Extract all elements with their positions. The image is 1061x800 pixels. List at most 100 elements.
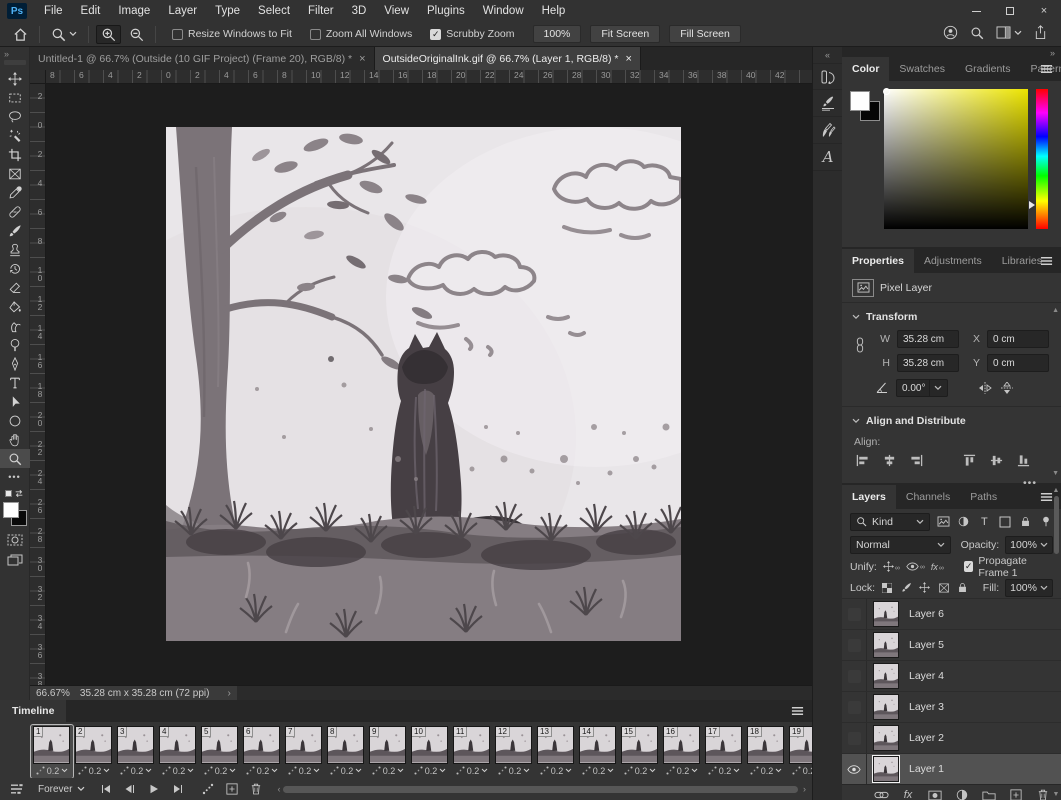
frame-thumbnail[interactable]: 13: [537, 726, 574, 764]
panel-tab[interactable]: Channels: [896, 485, 960, 509]
close-tab-icon[interactable]: ×: [625, 53, 631, 65]
add-layer-mask-icon[interactable]: [927, 787, 943, 800]
frame-delay-dropdown[interactable]: 0.2: [285, 764, 323, 777]
zoom-in-icon[interactable]: [96, 25, 121, 44]
duplicate-frame-button[interactable]: [223, 781, 241, 797]
brush-settings-panel-icon[interactable]: [813, 90, 843, 117]
zoom-out-icon[interactable]: [125, 25, 148, 44]
layer-name[interactable]: Layer 2: [909, 732, 944, 744]
minimize-icon[interactable]: [959, 0, 993, 22]
frame-thumbnail[interactable]: 4: [159, 726, 196, 764]
filter-pixel-layers-icon[interactable]: [936, 514, 950, 530]
frame-thumbnail[interactable]: 5: [201, 726, 238, 764]
delete-frame-button[interactable]: [247, 781, 265, 797]
close-icon[interactable]: ×: [1027, 0, 1061, 22]
play-button[interactable]: [145, 781, 163, 797]
menu-item[interactable]: Type: [206, 0, 249, 22]
layer-row[interactable]: Layer 2: [842, 723, 1061, 754]
frame-delay-dropdown[interactable]: 0.2: [579, 764, 617, 777]
timeline-frame[interactable]: 8 0.2: [325, 725, 367, 778]
align-section-header[interactable]: Align and Distribute: [842, 407, 1061, 431]
layer-thumbnail[interactable]: [873, 725, 899, 751]
path-selection-tool[interactable]: [0, 392, 30, 411]
visibility-empty-box[interactable]: [848, 639, 861, 652]
filter-shape-layers-icon[interactable]: [998, 514, 1012, 530]
frame-thumbnail[interactable]: 3: [117, 726, 154, 764]
zoom-level-field[interactable]: 66.67%: [36, 688, 70, 699]
menu-item[interactable]: Edit: [72, 0, 110, 22]
frame-delay-dropdown[interactable]: 0.2: [663, 764, 701, 777]
timeline-frame[interactable]: 10 0.2: [409, 725, 451, 778]
eyedropper-tool[interactable]: [0, 183, 30, 202]
pen-tool[interactable]: [0, 354, 30, 373]
blend-mode-dropdown[interactable]: Normal: [850, 536, 951, 554]
align-vertical-centers-icon[interactable]: [990, 454, 1003, 467]
layer-row[interactable]: Layer 6: [842, 599, 1061, 630]
frame-delay-dropdown[interactable]: 0.2: [243, 764, 281, 777]
tween-button[interactable]: [199, 781, 217, 797]
visibility-empty-box[interactable]: [848, 701, 861, 714]
layer-thumbnail[interactable]: [873, 601, 899, 627]
fill-field[interactable]: 100%: [1005, 579, 1053, 597]
visibility-toggle[interactable]: [842, 754, 867, 784]
eye-icon[interactable]: [847, 765, 861, 774]
layer-row[interactable]: Layer 3: [842, 692, 1061, 723]
filter-toggle-icon[interactable]: [1039, 514, 1053, 530]
layer-thumbnail[interactable]: [873, 663, 899, 689]
brushes-panel-icon[interactable]: [813, 117, 843, 144]
filter-kind-dropdown[interactable]: Kind: [850, 513, 930, 531]
timeline-frame[interactable]: 6 0.2: [241, 725, 283, 778]
object-selection-tool[interactable]: [0, 126, 30, 145]
lock-pixels-icon[interactable]: [900, 580, 913, 596]
menu-item[interactable]: 3D: [343, 0, 376, 22]
checkbox-box[interactable]: ✓: [964, 561, 974, 572]
timeline-frame[interactable]: 12 0.2: [493, 725, 535, 778]
previous-frame-button[interactable]: [121, 781, 139, 797]
menu-item[interactable]: Filter: [299, 0, 343, 22]
visibility-empty-box[interactable]: [848, 670, 861, 683]
layer-name[interactable]: Layer 4: [909, 670, 944, 682]
frame-thumbnail[interactable]: 19: [789, 726, 812, 764]
checkbox-box[interactable]: [310, 29, 321, 40]
timeline-frame[interactable]: 1 0.2: [31, 725, 73, 778]
frame-thumbnail[interactable]: 15: [621, 726, 658, 764]
workspace-switcher-icon[interactable]: [996, 26, 1022, 39]
layer-row[interactable]: Layer 1: [842, 754, 1061, 784]
layer-name[interactable]: Layer 1: [909, 763, 944, 775]
menu-item[interactable]: Image: [109, 0, 159, 22]
visibility-toggle[interactable]: [842, 661, 867, 691]
frame-delay-dropdown[interactable]: 0.2: [159, 764, 197, 777]
timeline-scrollbar[interactable]: ‹ ›: [277, 785, 806, 794]
saturation-brightness-field[interactable]: [884, 89, 1028, 229]
frame-delay-dropdown[interactable]: 0.2: [537, 764, 575, 777]
align-bottom-edges-icon[interactable]: [1017, 454, 1030, 467]
panel-tab[interactable]: Properties: [842, 249, 914, 273]
timeline-menu-icon[interactable]: [791, 706, 804, 716]
timeline-frame[interactable]: 9 0.2: [367, 725, 409, 778]
lock-artboard-icon[interactable]: [937, 580, 950, 596]
convert-to-video-timeline-icon[interactable]: [8, 781, 26, 797]
eraser-tool[interactable]: [0, 278, 30, 297]
frame-delay-dropdown[interactable]: 0.2: [75, 764, 113, 777]
frame-thumbnail[interactable]: 18: [747, 726, 784, 764]
layer-name[interactable]: Layer 6: [909, 608, 944, 620]
menu-item[interactable]: Plugins: [418, 0, 474, 22]
timeline-frame[interactable]: 13 0.2: [535, 725, 577, 778]
timeline-frame[interactable]: 4 0.2: [157, 725, 199, 778]
next-frame-button[interactable]: [169, 781, 187, 797]
panel-tab[interactable]: Adjustments: [914, 249, 992, 273]
frame-thumbnail[interactable]: 10: [411, 726, 448, 764]
delete-layer-icon[interactable]: [1035, 787, 1051, 800]
document-tab-inactive[interactable]: Untitled-1 @ 66.7% (Outside (10 GIF Proj…: [30, 47, 375, 70]
zoom-tool-preset-icon[interactable]: [47, 25, 81, 44]
frame-delay-dropdown[interactable]: 0.2: [369, 764, 407, 777]
fill-screen-button[interactable]: Fill Screen: [669, 25, 741, 43]
frame-delay-dropdown[interactable]: 0.2: [411, 764, 449, 777]
smudge-tool[interactable]: [0, 316, 30, 335]
clone-stamp-tool[interactable]: [0, 240, 30, 259]
resize-windows-checkbox[interactable]: Resize Windows to Fit: [172, 28, 292, 40]
scrubby-zoom-checkbox[interactable]: ✓ Scrubby Zoom: [430, 28, 514, 40]
loop-count-dropdown[interactable]: Forever: [38, 784, 85, 795]
timeline-frame[interactable]: 15 0.2: [619, 725, 661, 778]
layer-name[interactable]: Layer 5: [909, 639, 944, 651]
